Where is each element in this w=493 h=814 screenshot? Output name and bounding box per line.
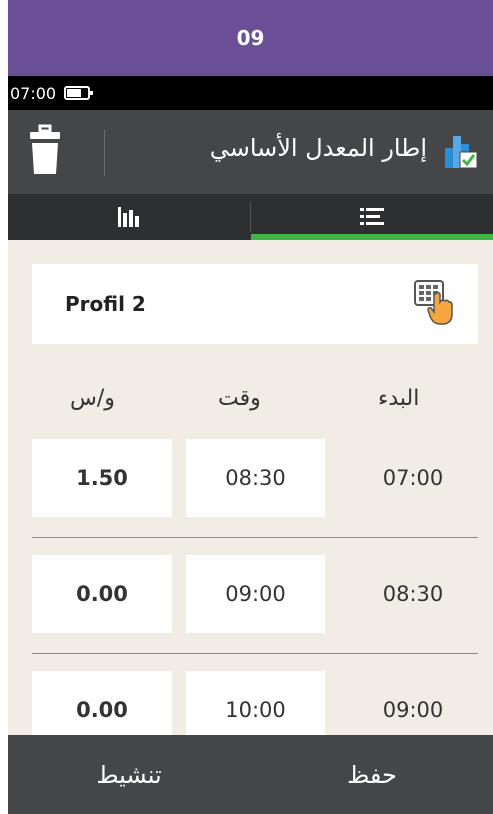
action-bar: تنشيط حفظ [8,735,493,814]
app-header: إطار المعدل الأساسي [8,110,493,194]
device-screen: 09 07:00 إطار المعدل الأساسي Profil 2 و/… [8,0,493,814]
tab-chart[interactable] [8,194,250,240]
tab-list[interactable] [251,194,493,240]
battery-icon [64,86,94,100]
bar-chart-icon [118,207,139,227]
activate-button[interactable]: تنشيط [8,735,250,814]
column-header-end: وقت [218,386,261,411]
rate-field[interactable]: 0.00 [32,555,172,633]
screen-label-bar: 09 [8,0,493,76]
save-button[interactable]: حفظ [251,735,493,814]
row-divider [32,653,478,654]
row-divider [32,537,478,538]
end-time-field[interactable]: 09:00 [186,555,325,633]
battery-level-fill [67,89,82,97]
screen-label: 09 [236,26,265,50]
profile-content: Profil 2 و/س وقت البدء 1.50 08:30 07:00 … [8,240,493,749]
start-time: 07:00 [382,466,444,490]
page-title: إطار المعدل الأساسي [209,134,427,162]
basal-rate-app-icon [445,136,478,169]
status-time: 07:00 [10,83,57,103]
column-header-rate: و/س [70,386,115,411]
profile-card[interactable]: Profil 2 [32,264,478,344]
keypad-touch-icon[interactable] [414,280,454,326]
start-time: 08:30 [382,582,444,606]
profile-name: Profil 2 [65,292,146,316]
status-bar: 07:00 [8,76,493,110]
header-divider [104,130,105,176]
trash-icon[interactable] [28,124,62,176]
view-tabs [8,194,493,240]
end-time-field[interactable]: 08:30 [186,439,325,517]
table-row: 1.50 08:30 07:00 [8,439,493,555]
table-row: 0.00 09:00 08:30 [8,555,493,671]
rate-field[interactable]: 1.50 [32,439,172,517]
column-header-start: البدء [378,386,420,411]
list-icon [360,208,384,225]
